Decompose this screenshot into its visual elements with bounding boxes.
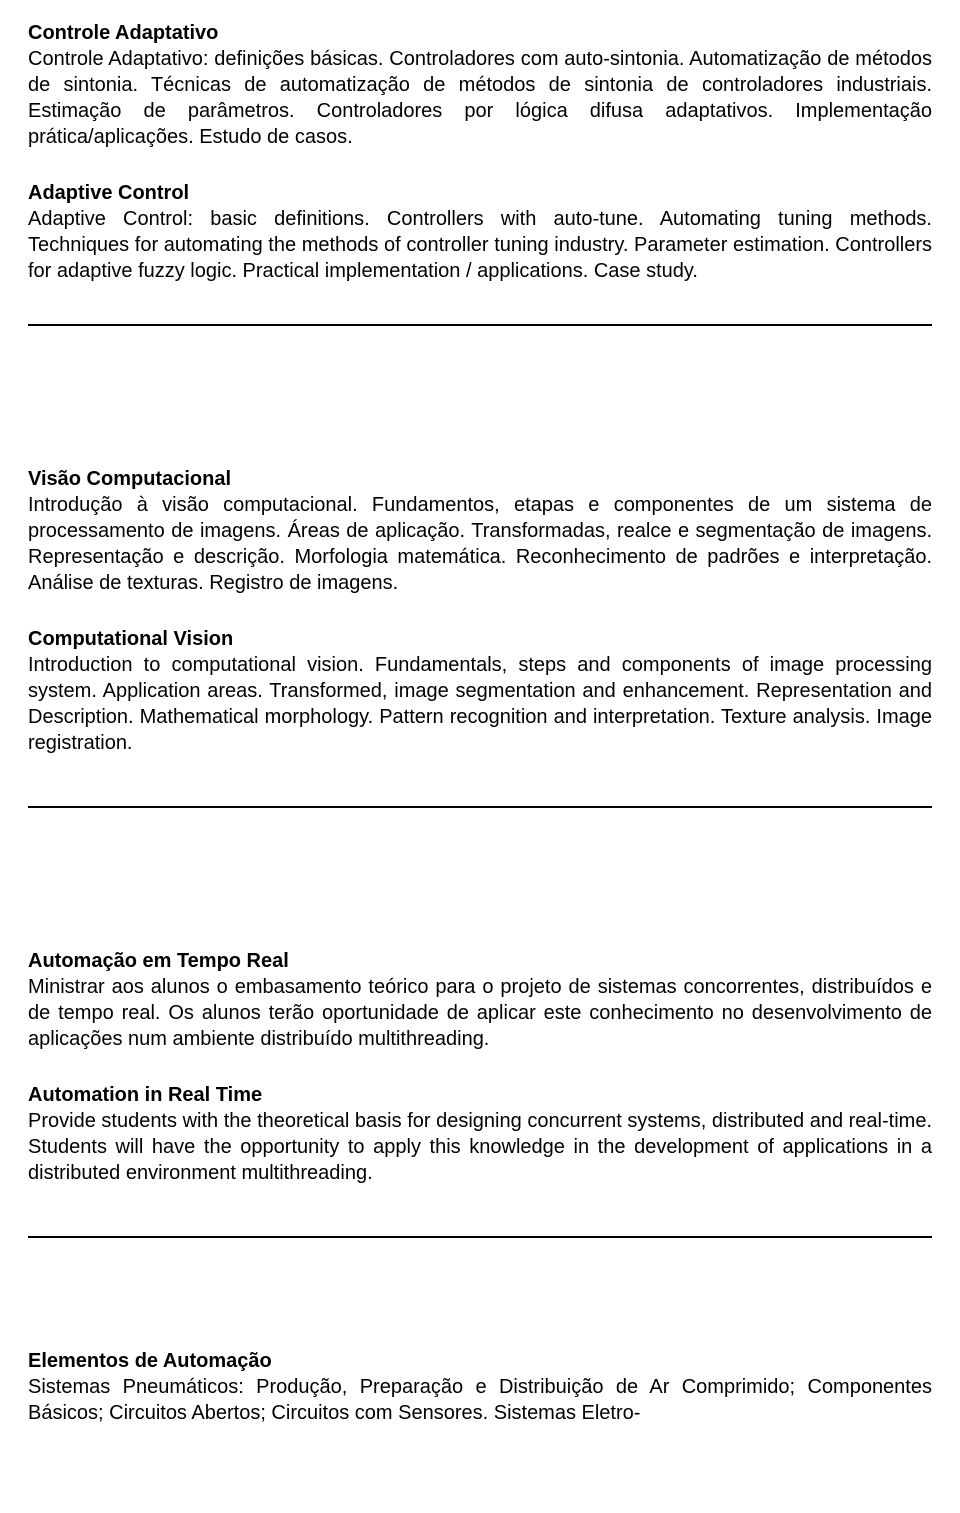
section-divider	[28, 324, 932, 326]
section-title-pt: Automação em Tempo Real	[28, 948, 932, 974]
section-title-pt: Elementos de Automação	[28, 1348, 932, 1374]
section-divider	[28, 806, 932, 808]
section-title-en: Automation in Real Time	[28, 1082, 932, 1108]
section-title-pt: Visão Computacional	[28, 466, 932, 492]
section-title-en: Computational Vision	[28, 626, 932, 652]
section-body-pt: Sistemas Pneumáticos: Produção, Preparaç…	[28, 1374, 932, 1426]
section-body-pt: Ministrar aos alunos o embasamento teóri…	[28, 974, 932, 1052]
section-body-pt: Introdução à visão computacional. Fundam…	[28, 492, 932, 596]
section-body-pt: Controle Adaptativo: definições básicas.…	[28, 46, 932, 150]
section-body-en: Provide students with the theoretical ba…	[28, 1108, 932, 1186]
section-body-en: Introduction to computational vision. Fu…	[28, 652, 932, 756]
section-body-en: Adaptive Control: basic definitions. Con…	[28, 206, 932, 284]
section-title-en: Adaptive Control	[28, 180, 932, 206]
section-divider	[28, 1236, 932, 1238]
section-title-pt: Controle Adaptativo	[28, 20, 932, 46]
